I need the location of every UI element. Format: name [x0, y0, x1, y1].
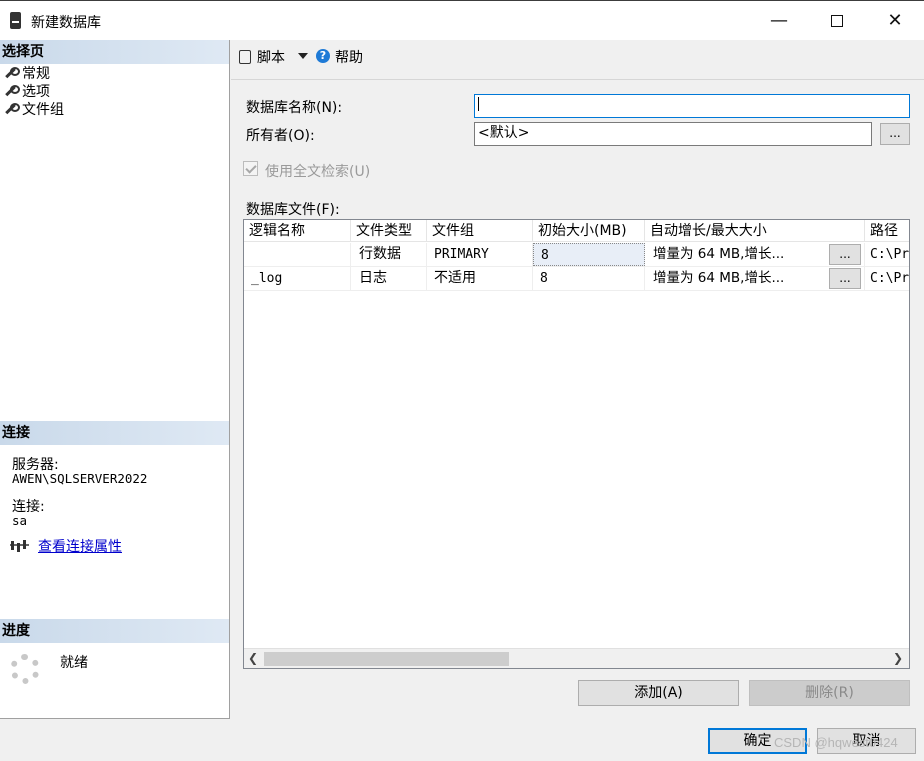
view-connection-properties-link[interactable]: 查看连接属性	[38, 536, 122, 556]
wrench-icon	[4, 103, 20, 115]
select-page-header: 选择页	[0, 40, 229, 64]
database-name-label: 数据库名称(N):	[246, 100, 343, 116]
page-item-label: 选项	[22, 84, 50, 100]
database-icon	[10, 12, 21, 29]
help-button[interactable]: 帮助	[335, 47, 363, 67]
page-item-filegroups[interactable]: 文件组	[4, 101, 64, 119]
connection-properties-icon	[10, 540, 29, 552]
table-row[interactable]: 行数据 PRIMARY 8 增量为 64 MB,增长... ... C:\Pr	[244, 243, 909, 267]
minimize-button[interactable]: —	[750, 1, 808, 41]
window-title: 新建数据库	[31, 15, 101, 31]
autogrowth-browse-button[interactable]: ...	[829, 244, 861, 265]
wrench-icon	[4, 67, 20, 79]
initial-size-cell[interactable]: 8	[533, 243, 645, 266]
file-type-cell[interactable]: 日志	[351, 267, 427, 290]
page-item-label: 文件组	[22, 102, 64, 118]
progress-spinner-icon	[10, 654, 40, 684]
column-header-initial-size[interactable]: 初始大小(MB)	[533, 220, 645, 242]
page-item-general[interactable]: 常规	[4, 65, 50, 83]
logical-name-cell[interactable]	[244, 243, 351, 266]
filegroup-cell[interactable]: 不适用	[427, 267, 533, 290]
remove-button[interactable]: 删除(R)	[749, 680, 910, 706]
owner-input[interactable]: <默认>	[474, 122, 872, 146]
script-label: 脚本	[257, 50, 285, 66]
scrollbar-thumb[interactable]	[264, 652, 509, 666]
fulltext-label: 使用全文检索(U)	[265, 164, 371, 180]
close-button[interactable]: ✕	[866, 1, 924, 41]
owner-label: 所有者(O):	[246, 128, 315, 144]
grid-header: 逻辑名称 文件类型 文件组 初始大小(MB) 自动增长/最大大小 路径	[244, 220, 909, 242]
filegroup-cell[interactable]: PRIMARY	[427, 243, 533, 266]
database-files-label: 数据库文件(F):	[246, 202, 340, 218]
owner-browse-button[interactable]: ...	[880, 123, 910, 145]
connection-value: sa	[12, 513, 28, 528]
progress-header: 进度	[0, 619, 229, 643]
wrench-icon	[4, 85, 20, 97]
file-type-cell[interactable]: 行数据	[351, 243, 427, 266]
horizontal-scrollbar[interactable]: ❮ ❯	[244, 648, 909, 668]
script-icon	[239, 50, 251, 64]
watermark: CSDN @hqwest0424	[774, 735, 898, 750]
title-bar: 新建数据库 — ✕	[0, 0, 924, 40]
path-cell[interactable]: C:\Pr	[865, 243, 909, 266]
database-files-grid[interactable]: 逻辑名称 文件类型 文件组 初始大小(MB) 自动增长/最大大小 路径 行数据 …	[243, 219, 910, 669]
script-button[interactable]: 脚本	[239, 47, 285, 67]
connection-header: 连接	[0, 421, 229, 445]
page-item-options[interactable]: 选项	[4, 83, 50, 101]
autogrowth-browse-button[interactable]: ...	[829, 268, 861, 289]
maximize-icon	[831, 15, 843, 27]
script-dropdown-arrow-icon[interactable]	[298, 53, 308, 59]
initial-size-cell[interactable]: 8	[533, 267, 645, 290]
logical-name-cell[interactable]: _log	[244, 267, 351, 290]
database-name-input[interactable]	[474, 94, 910, 118]
left-panel: 选择页 常规 选项 文件组 连接 服务器: AWEN\SQLSERVER2022…	[0, 40, 230, 719]
scroll-left-icon[interactable]: ❮	[248, 651, 258, 665]
progress-status: 就绪	[60, 655, 88, 671]
path-cell[interactable]: C:\Pr	[865, 267, 909, 290]
column-header-filegroup[interactable]: 文件组	[427, 220, 533, 242]
help-icon[interactable]: ?	[316, 49, 330, 63]
toolbar: 脚本 ? 帮助	[231, 40, 924, 80]
column-header-path[interactable]: 路径	[865, 220, 909, 242]
table-row[interactable]: _log 日志 不适用 8 增量为 64 MB,增长... ... C:\Pr	[244, 267, 909, 291]
scroll-right-icon[interactable]: ❯	[893, 651, 903, 665]
fulltext-checkbox[interactable]	[243, 161, 258, 176]
add-button[interactable]: 添加(A)	[578, 680, 739, 706]
server-value: AWEN\SQLSERVER2022	[12, 471, 148, 486]
column-header-file-type[interactable]: 文件类型	[351, 220, 427, 242]
column-header-autogrowth[interactable]: 自动增长/最大大小	[645, 220, 865, 242]
column-header-logical-name[interactable]: 逻辑名称	[244, 220, 351, 242]
page-item-label: 常规	[22, 66, 50, 82]
maximize-button[interactable]	[808, 1, 866, 41]
text-cursor	[478, 97, 479, 111]
